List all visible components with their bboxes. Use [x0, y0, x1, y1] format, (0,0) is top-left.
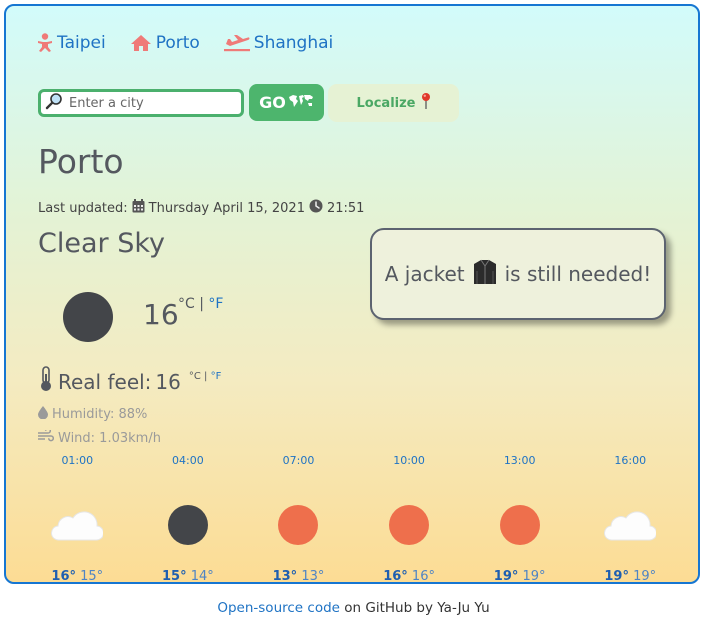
unit-separator: | — [204, 371, 208, 382]
advice-text-start: A jacket — [384, 262, 465, 286]
city-link-porto[interactable]: Porto — [130, 33, 200, 53]
real-feel-units: °C | °F — [189, 371, 222, 382]
unit-separator: | — [199, 296, 204, 312]
unit-celsius: °C — [178, 296, 195, 312]
current-temperature: 16 — [143, 298, 179, 331]
hourly-forecast: 01:00 16° 15° 04:00 15° 14° 07:00 13° 13… — [22, 454, 686, 584]
city-label: Porto — [155, 33, 200, 53]
humidity-text: Humidity: 88% — [52, 407, 148, 422]
advice-bubble: A jacket is still needed! — [370, 228, 666, 320]
forecast-min: 13° — [301, 569, 325, 584]
localize-button[interactable]: Localize — [328, 84, 459, 122]
forecast-time: 07:00 — [282, 454, 315, 467]
calendar-icon — [132, 199, 145, 217]
search-box — [38, 89, 244, 117]
moon-icon — [63, 292, 113, 342]
forecast-temps: 19° 19° — [604, 569, 657, 584]
droplet-icon — [38, 406, 48, 423]
forecast-max: 19° — [604, 569, 629, 584]
cloud-icon — [47, 495, 107, 555]
go-label: GO — [259, 93, 286, 112]
sun-icon — [490, 495, 550, 555]
magnifier-icon — [45, 92, 63, 114]
real-feel-label: Real feel: — [58, 369, 152, 394]
city-label: Taipei — [57, 33, 106, 53]
thermometer-icon — [38, 366, 54, 397]
forecast-max: 19° — [493, 569, 519, 584]
forecast-time: 01:00 — [61, 454, 94, 467]
forecast-min: 19° — [522, 569, 546, 584]
wind-icon — [38, 427, 55, 446]
wind: Wind: 1.03km/h — [38, 427, 161, 446]
forecast-temps: 19° 19° — [493, 569, 546, 584]
forecast-max: 13° — [272, 569, 298, 584]
forecast-item: 01:00 16° 15° — [22, 454, 133, 584]
forecast-time: 10:00 — [393, 454, 425, 467]
forecast-item: 07:00 13° 13° — [243, 454, 354, 584]
updated-time: 21:51 — [326, 200, 365, 216]
city-shortcuts: Taipei Porto Shanghai — [37, 33, 333, 53]
last-updated: Last updated: Thursday April 15, 2021 21… — [38, 199, 364, 217]
unit-fahrenheit-link[interactable]: °F — [208, 296, 223, 312]
pushpin-icon — [421, 92, 431, 114]
moon-icon — [158, 495, 218, 555]
forecast-min: 16° — [411, 569, 435, 584]
forecast-max: 16° — [51, 569, 76, 584]
unit-celsius: °C — [188, 371, 201, 382]
humidity: Humidity: 88% — [38, 406, 147, 423]
advice-text-end: is still needed! — [504, 262, 652, 286]
forecast-time: 13:00 — [503, 454, 536, 467]
cloud-icon — [600, 495, 660, 555]
world-map-icon — [288, 93, 314, 112]
go-button[interactable]: GO — [249, 84, 324, 121]
forecast-item: 16:00 19° 19° — [575, 454, 686, 584]
forecast-item: 13:00 19° 19° — [464, 454, 575, 584]
sun-icon — [379, 495, 439, 555]
source-code-link[interactable]: Open-source code — [217, 600, 340, 616]
updated-date: Thursday April 15, 2021 — [148, 200, 305, 216]
city-link-taipei[interactable]: Taipei — [37, 33, 106, 53]
unit-fahrenheit-link[interactable]: °F — [211, 371, 222, 382]
weather-description: Clear Sky — [38, 228, 165, 259]
forecast-time: 04:00 — [172, 454, 204, 467]
forecast-time: 16:00 — [614, 454, 647, 467]
city-title: Porto — [38, 142, 124, 181]
localize-label: Localize — [356, 95, 416, 111]
city-label: Shanghai — [253, 33, 334, 53]
footer: Open-source code on GitHub by Ya-Ju Yu — [0, 600, 707, 616]
baby-icon — [37, 33, 53, 53]
forecast-max: 15° — [162, 569, 187, 584]
city-link-shanghai[interactable]: Shanghai — [223, 33, 334, 53]
forecast-item: 04:00 15° 14° — [133, 454, 244, 584]
forecast-temps: 16° 15° — [51, 569, 104, 584]
real-feel-value: 16 — [155, 369, 181, 394]
last-updated-label: Last updated: — [38, 200, 128, 216]
wind-text: Wind: 1.03km/h — [58, 430, 161, 446]
jacket-icon — [473, 259, 497, 290]
forecast-temps: 15° 14° — [162, 569, 214, 584]
unit-switch: °C | °F — [178, 296, 223, 312]
forecast-min: 14° — [190, 569, 214, 584]
footer-credit: on GitHub by Ya-Ju Yu — [344, 600, 490, 616]
clock-icon — [309, 199, 323, 217]
forecast-temps: 13° 13° — [272, 569, 325, 584]
city-search-input[interactable] — [67, 94, 241, 112]
weather-card: Taipei Porto Shanghai Enter a city GO Lo… — [4, 4, 700, 584]
sun-icon — [268, 495, 328, 555]
plane-icon — [223, 34, 250, 52]
forecast-min: 15° — [80, 569, 104, 584]
forecast-temps: 16° 16° — [383, 569, 435, 584]
real-feel: Real feel: 16 °C | °F — [38, 366, 221, 397]
forecast-min: 19° — [633, 569, 657, 584]
home-icon — [130, 34, 152, 52]
forecast-item: 10:00 16° 16° — [354, 454, 465, 584]
forecast-max: 16° — [383, 569, 408, 584]
